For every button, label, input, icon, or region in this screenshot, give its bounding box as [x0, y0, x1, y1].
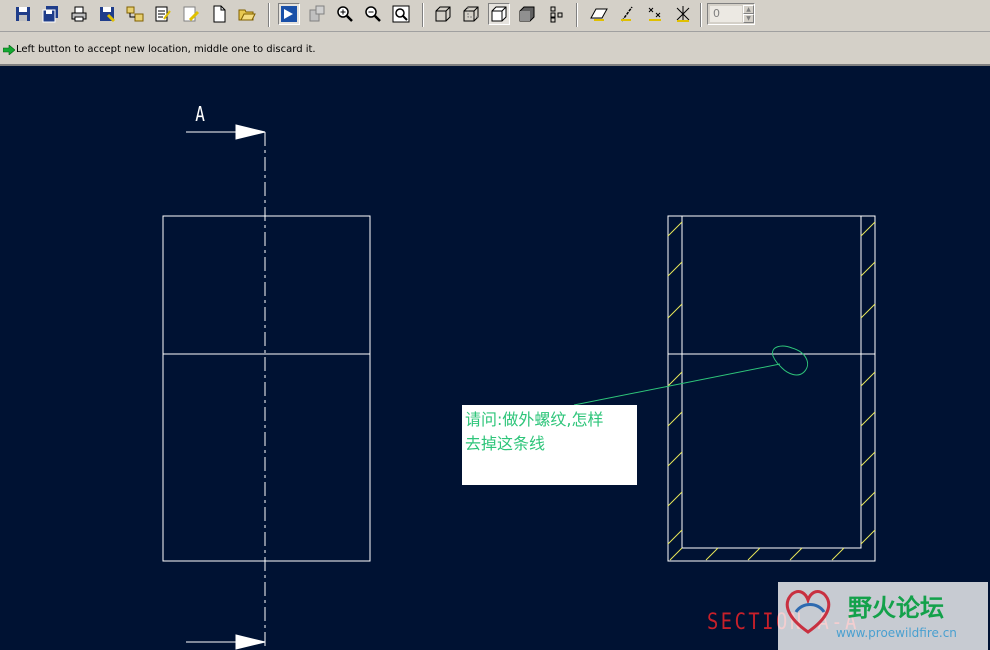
watermark-url: www.proewildfire.cn — [836, 626, 957, 640]
forum-logo-icon — [785, 590, 831, 634]
drawing-canvas[interactable]: A 请问:做外螺纹,怎样 去掉这条线 SECTION A-A 野火论坛 www.… — [0, 66, 990, 650]
wireframe-icon[interactable] — [432, 3, 454, 25]
hidden-line-icon[interactable] — [460, 3, 482, 25]
shaded-icon[interactable] — [516, 3, 538, 25]
watermark-title: 野火论坛 — [848, 594, 944, 622]
model-tree-icon[interactable] — [124, 3, 146, 25]
spin-up-button[interactable]: ▲ — [743, 5, 754, 14]
zoom-in-icon[interactable] — [334, 3, 356, 25]
section-view — [667, 215, 876, 562]
zoom-out-icon[interactable] — [362, 3, 384, 25]
erase-icon[interactable] — [180, 3, 202, 25]
message-text: Left button to accept new location, midd… — [16, 44, 316, 55]
no-hidden-icon[interactable] — [488, 3, 510, 25]
section-hatch — [667, 221, 876, 561]
drawing-geometry — [162, 124, 876, 650]
leader-annotation — [573, 345, 808, 406]
note-line-2: 去掉这条线 — [465, 434, 546, 453]
repaint-icon[interactable] — [278, 3, 300, 25]
spin-down-button[interactable]: ▼ — [743, 14, 754, 23]
spinner-field[interactable]: 0 ▲ ▼ — [707, 3, 755, 25]
datum-point-icon[interactable] — [644, 3, 666, 25]
save-copy-icon[interactable] — [40, 3, 62, 25]
coordinate-system-icon[interactable] — [672, 3, 694, 25]
spinner-value[interactable]: 0 — [710, 6, 742, 22]
forum-watermark: 野火论坛 www.proewildfire.cn — [778, 582, 988, 650]
left-view — [162, 215, 371, 562]
datum-display-icon[interactable] — [546, 3, 568, 25]
edit-script-icon[interactable] — [152, 3, 174, 25]
section-cutting-line — [186, 124, 266, 650]
green-arrow-icon — [3, 45, 15, 55]
datum-axis-icon[interactable] — [616, 3, 638, 25]
note-box[interactable]: 请问:做外螺纹,怎样 去掉这条线 — [462, 405, 637, 485]
open-folder-icon[interactable] — [236, 3, 258, 25]
save-as-icon[interactable] — [96, 3, 118, 25]
message-area: Left button to accept new location, midd… — [0, 32, 990, 66]
view-label: A — [195, 102, 205, 126]
refit-icon[interactable] — [390, 3, 412, 25]
print-icon[interactable] — [68, 3, 90, 25]
view-manager-icon[interactable] — [306, 3, 328, 25]
main-toolbar: 0 ▲ ▼ — [0, 0, 990, 32]
new-file-icon[interactable] — [208, 3, 230, 25]
datum-plane-icon[interactable] — [588, 3, 610, 25]
note-line-1: 请问:做外螺纹,怎样 — [465, 410, 604, 429]
save-icon[interactable] — [12, 3, 34, 25]
